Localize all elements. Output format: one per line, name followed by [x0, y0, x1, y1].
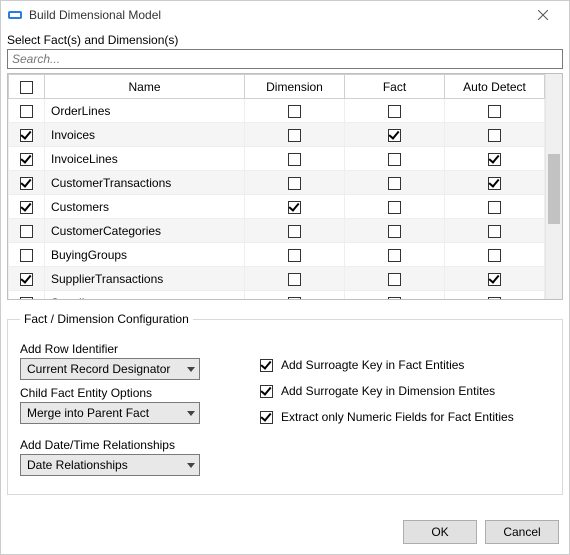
row-dimension-checkbox[interactable]	[288, 105, 301, 118]
row-autodetect-checkbox[interactable]	[488, 249, 501, 262]
row-fact-checkbox[interactable]	[388, 201, 401, 214]
row-dimension-checkbox[interactable]	[288, 129, 301, 142]
header-autodetect[interactable]: Auto Detect	[445, 75, 545, 99]
chevron-down-icon	[187, 411, 195, 416]
close-icon	[538, 10, 548, 20]
entities-table: Name Dimension Fact Auto Detect OrderLin…	[7, 73, 563, 300]
titlebar: Build Dimensional Model	[1, 1, 569, 29]
close-button[interactable]	[523, 1, 563, 29]
ok-button[interactable]: OK	[403, 520, 477, 544]
row-select-checkbox[interactable]	[20, 153, 33, 166]
table-row[interactable]: Invoices	[9, 123, 545, 147]
row-autodetect-checkbox[interactable]	[488, 201, 501, 214]
datetime-label: Add Date/Time Relationships	[20, 438, 220, 452]
row-name: CustomerCategories	[45, 219, 245, 243]
table-row[interactable]: BuyingGroups	[9, 243, 545, 267]
datetime-combo[interactable]: Date Relationships	[20, 454, 200, 476]
chevron-down-icon	[187, 463, 195, 468]
app-icon	[7, 7, 23, 23]
row-dimension-checkbox[interactable]	[288, 249, 301, 262]
table-row[interactable]: OrderLines	[9, 99, 545, 123]
row-fact-checkbox[interactable]	[388, 177, 401, 190]
table-row[interactable]: InvoiceLines	[9, 147, 545, 171]
row-autodetect-checkbox[interactable]	[488, 105, 501, 118]
row-dimension-checkbox[interactable]	[288, 153, 301, 166]
row-name: InvoiceLines	[45, 147, 245, 171]
table-row[interactable]: SupplierTransactions	[9, 267, 545, 291]
row-select-checkbox[interactable]	[20, 249, 33, 262]
row-autodetect-checkbox[interactable]	[488, 129, 501, 142]
row-autodetect-checkbox[interactable]	[488, 153, 501, 166]
row-autodetect-checkbox[interactable]	[488, 225, 501, 238]
select-all-checkbox[interactable]	[20, 81, 33, 94]
row-name: Suppliers	[45, 291, 245, 300]
window-title: Build Dimensional Model	[29, 8, 523, 22]
table-row[interactable]: CustomerCategories	[9, 219, 545, 243]
row-name: Customers	[45, 195, 245, 219]
row-fact-checkbox[interactable]	[388, 225, 401, 238]
row-name: OrderLines	[45, 99, 245, 123]
row-fact-checkbox[interactable]	[388, 249, 401, 262]
row-autodetect-checkbox[interactable]	[488, 177, 501, 190]
row-select-checkbox[interactable]	[20, 297, 33, 299]
row-fact-checkbox[interactable]	[388, 297, 401, 299]
row-dimension-checkbox[interactable]	[288, 225, 301, 238]
surrogate-dim-checkbox[interactable]	[260, 385, 273, 398]
table-row[interactable]: CustomerTransactions	[9, 171, 545, 195]
table-scrollbar[interactable]	[545, 74, 562, 299]
numeric-only-checkbox[interactable]	[260, 411, 273, 424]
row-name: BuyingGroups	[45, 243, 245, 267]
row-dimension-checkbox[interactable]	[288, 177, 301, 190]
row-id-value: Current Record Designator	[27, 362, 170, 376]
dialog-footer: OK Cancel	[1, 510, 569, 554]
row-name: CustomerTransactions	[45, 171, 245, 195]
row-fact-checkbox[interactable]	[388, 105, 401, 118]
header-name[interactable]: Name	[45, 75, 245, 99]
surrogate-dim-label: Add Surrogate Key in Dimension Entites	[281, 384, 495, 398]
header-select-all[interactable]	[9, 75, 45, 99]
scrollbar-thumb[interactable]	[548, 154, 560, 224]
row-dimension-checkbox[interactable]	[288, 273, 301, 286]
surrogate-fact-checkbox[interactable]	[260, 359, 273, 372]
row-select-checkbox[interactable]	[20, 129, 33, 142]
child-fact-label: Child Fact Entity Options	[20, 386, 220, 400]
row-fact-checkbox[interactable]	[388, 273, 401, 286]
chevron-down-icon	[187, 367, 195, 372]
row-dimension-checkbox[interactable]	[288, 201, 301, 214]
table-row[interactable]: Suppliers	[9, 291, 545, 300]
row-fact-checkbox[interactable]	[388, 153, 401, 166]
row-select-checkbox[interactable]	[20, 177, 33, 190]
row-name: SupplierTransactions	[45, 267, 245, 291]
header-dimension[interactable]: Dimension	[245, 75, 345, 99]
config-legend: Fact / Dimension Configuration	[20, 312, 193, 326]
row-id-label: Add Row Identifier	[20, 342, 220, 356]
row-autodetect-checkbox[interactable]	[488, 273, 501, 286]
row-autodetect-checkbox[interactable]	[488, 297, 501, 299]
table-row[interactable]: Customers	[9, 195, 545, 219]
row-select-checkbox[interactable]	[20, 225, 33, 238]
search-input[interactable]	[7, 49, 563, 69]
datetime-value: Date Relationships	[27, 458, 128, 472]
select-facts-label: Select Fact(s) and Dimension(s)	[1, 29, 569, 49]
row-select-checkbox[interactable]	[20, 105, 33, 118]
row-name: Invoices	[45, 123, 245, 147]
config-group: Fact / Dimension Configuration Add Row I…	[7, 312, 563, 495]
row-select-checkbox[interactable]	[20, 273, 33, 286]
row-fact-checkbox[interactable]	[388, 129, 401, 142]
header-fact[interactable]: Fact	[345, 75, 445, 99]
child-fact-value: Merge into Parent Fact	[27, 406, 149, 420]
numeric-only-label: Extract only Numeric Fields for Fact Ent…	[281, 410, 514, 424]
child-fact-combo[interactable]: Merge into Parent Fact	[20, 402, 200, 424]
surrogate-fact-label: Add Surroagte Key in Fact Entities	[281, 358, 464, 372]
row-dimension-checkbox[interactable]	[288, 297, 301, 299]
row-select-checkbox[interactable]	[20, 201, 33, 214]
cancel-button[interactable]: Cancel	[485, 520, 559, 544]
row-id-combo[interactable]: Current Record Designator	[20, 358, 200, 380]
